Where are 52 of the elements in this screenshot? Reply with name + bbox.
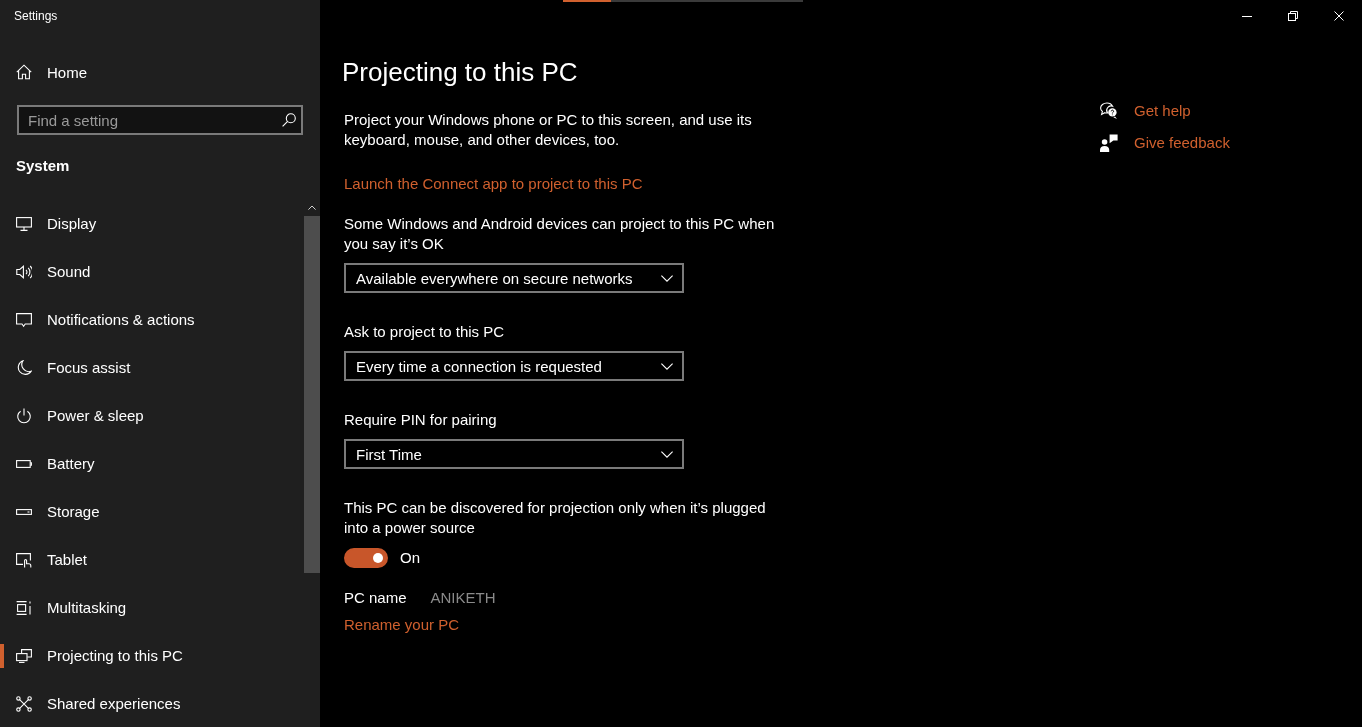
sidebar-item[interactable]: Battery [0, 440, 304, 488]
sidebar-item[interactable]: Notifications & actions [0, 296, 304, 344]
chevron-down-icon [661, 274, 673, 282]
sidebar-item[interactable]: Tablet [0, 536, 304, 584]
chat-question-icon [1100, 102, 1118, 120]
chevron-up-icon[interactable] [308, 205, 316, 210]
speech-bubble-icon [16, 312, 32, 328]
close-icon [1334, 11, 1344, 21]
setting-label: Require PIN for pairing [344, 410, 497, 430]
sidebar-item[interactable]: Display [0, 200, 304, 248]
search-icon [282, 113, 296, 127]
setting-label: Some Windows and Android devices can project to this PC when you say it’s OK [344, 214, 776, 254]
sidebar-item[interactable]: Power & sleep [0, 392, 304, 440]
scrollbar-thumb[interactable] [304, 216, 320, 573]
speaker-icon [16, 264, 32, 280]
setting-label: This PC can be discovered for projection only when it’s plugged into a power source [344, 498, 767, 538]
pc-name-label: PC name [344, 588, 407, 608]
sidebar-item[interactable]: Multitasking [0, 584, 304, 632]
sidebar-item[interactable]: Focus assist [0, 344, 304, 392]
pc-name-value: ANIKETH [430, 588, 496, 608]
setting-label: Ask to project to this PC [344, 322, 505, 342]
search-field[interactable]: Find a setting [17, 105, 303, 135]
window-columns-icon [16, 600, 32, 616]
home-nav-item[interactable]: Home [0, 48, 320, 96]
moon-icon [16, 360, 32, 376]
dropdown[interactable]: Every time a connection is requested [344, 351, 684, 381]
description-text: Project your Windows phone or PC to this screen, and use its keyboard, mouse, and other devices, too. [344, 110, 753, 150]
dropdown[interactable]: First Time [344, 439, 684, 469]
chevron-down-icon [661, 450, 673, 458]
sidebar-item[interactable]: Shared experiences [0, 680, 304, 727]
help-link[interactable]: Give feedback [1100, 133, 1230, 153]
rename-pc-link[interactable]: Rename your PC [344, 615, 460, 635]
section-heading: System [16, 156, 70, 176]
sidebar-item[interactable]: Sound [0, 248, 304, 296]
tablet-touch-icon [16, 552, 32, 568]
restore-icon [1288, 11, 1298, 21]
toggle-switch[interactable] [344, 548, 388, 568]
connected-nodes-icon [16, 696, 32, 712]
toggle-state-text: On [400, 548, 420, 568]
person-speech-icon [1100, 134, 1118, 152]
sidebar-item[interactable]: Storage [0, 488, 304, 536]
page-title: Projecting to this PC [342, 56, 578, 89]
sidebar-item[interactable]: Projecting to this PC [0, 632, 304, 680]
chevron-down-icon [661, 362, 673, 370]
two-screens-icon [16, 648, 32, 664]
connect-app-link[interactable]: Launch the Connect app to project to this PC [344, 174, 643, 194]
power-icon [16, 408, 32, 424]
help-link[interactable]: Get help [1100, 101, 1191, 121]
home-icon [16, 64, 32, 80]
monitor-icon [16, 216, 32, 232]
dropdown[interactable]: Available everywhere on secure networks [344, 263, 684, 293]
window-title: Settings [14, 8, 58, 24]
